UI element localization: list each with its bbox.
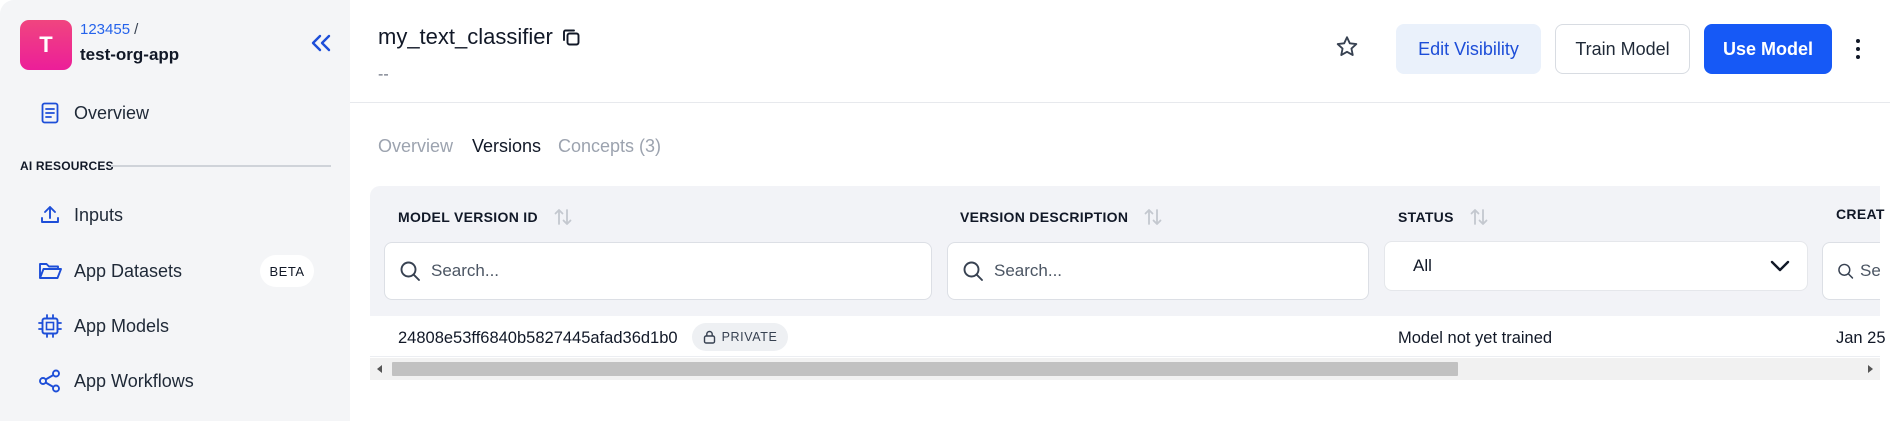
search-input-version-description[interactable] bbox=[947, 242, 1369, 300]
horizontal-scrollbar[interactable] bbox=[370, 358, 1880, 380]
org-avatar[interactable]: T bbox=[20, 20, 72, 70]
org-breadcrumb: 123455/ bbox=[80, 21, 138, 38]
breadcrumb-separator: / bbox=[134, 21, 139, 38]
tab-concepts[interactable]: Concepts (3) bbox=[558, 136, 661, 157]
page-title: my_text_classifier bbox=[378, 24, 583, 50]
column-header-created: CREAT bbox=[1836, 206, 1885, 222]
more-options-icon[interactable] bbox=[1846, 34, 1870, 64]
sidebar-item-label: Overview bbox=[74, 102, 150, 123]
scrollbar-thumb[interactable] bbox=[392, 362, 1458, 376]
search-field[interactable] bbox=[1860, 261, 1880, 281]
org-initial: T bbox=[39, 32, 53, 57]
status-filter-select[interactable]: All bbox=[1384, 241, 1808, 291]
sidebar-item-label: App Workflows bbox=[74, 370, 194, 391]
scroll-left-arrow-icon[interactable] bbox=[374, 363, 386, 375]
train-model-button[interactable]: Train Model bbox=[1555, 24, 1690, 74]
search-icon bbox=[963, 261, 983, 281]
share-nodes-icon bbox=[36, 367, 64, 395]
sidebar: T 123455/ test-org-app Overview AI RESOU… bbox=[0, 0, 350, 421]
tab-overview[interactable]: Overview bbox=[378, 136, 453, 157]
model-description: -- bbox=[378, 66, 389, 83]
upload-icon bbox=[36, 201, 64, 229]
section-label-ai-resources: AI RESOURCES bbox=[20, 159, 114, 173]
star-icon[interactable] bbox=[1334, 34, 1362, 62]
section-divider bbox=[111, 165, 331, 167]
sort-icon[interactable] bbox=[1468, 206, 1490, 228]
column-header-status: STATUS bbox=[1398, 206, 1490, 228]
chevron-down-icon bbox=[1770, 260, 1790, 272]
column-header-label: VERSION DESCRIPTION bbox=[960, 209, 1129, 225]
copy-icon[interactable] bbox=[561, 26, 583, 48]
sidebar-item-app-models[interactable]: App Models bbox=[36, 308, 326, 344]
sidebar-item-inputs[interactable]: Inputs bbox=[36, 197, 326, 233]
scroll-right-arrow-icon[interactable] bbox=[1864, 363, 1876, 375]
beta-badge: BETA bbox=[260, 255, 314, 287]
sidebar-item-app-workflows[interactable]: App Workflows bbox=[36, 363, 326, 399]
header-divider bbox=[350, 102, 1890, 103]
folder-icon bbox=[36, 257, 64, 285]
private-badge: PRIVATE bbox=[692, 323, 788, 351]
search-icon bbox=[400, 261, 420, 281]
app-name[interactable]: test-org-app bbox=[80, 45, 179, 65]
search-input-model-version-id[interactable] bbox=[384, 242, 932, 300]
search-input-created[interactable] bbox=[1822, 242, 1880, 300]
column-header-label: MODEL VERSION ID bbox=[398, 209, 538, 225]
sidebar-item-label: App Models bbox=[74, 315, 170, 336]
use-model-button[interactable]: Use Model bbox=[1704, 24, 1832, 74]
model-title-text: my_text_classifier bbox=[378, 24, 553, 49]
column-header-label: STATUS bbox=[1398, 209, 1454, 225]
column-header-label: CREAT bbox=[1836, 206, 1885, 222]
search-field[interactable] bbox=[431, 261, 857, 281]
status-cell: Model not yet trained bbox=[1398, 329, 1553, 347]
sidebar-item-label: Inputs bbox=[74, 204, 124, 225]
created-cell: Jan 25 bbox=[1836, 329, 1886, 347]
sort-icon[interactable] bbox=[1142, 206, 1164, 228]
edit-visibility-button[interactable]: Edit Visibility bbox=[1396, 24, 1541, 74]
double-chevron-left-icon bbox=[311, 34, 331, 52]
status-filter-value: All bbox=[1413, 256, 1432, 275]
sidebar-item-label: App Datasets bbox=[74, 260, 183, 281]
column-header-version-description: VERSION DESCRIPTION bbox=[960, 206, 1164, 228]
tab-versions[interactable]: Versions bbox=[472, 136, 541, 157]
document-icon bbox=[36, 99, 64, 127]
private-badge-label: PRIVATE bbox=[721, 330, 778, 344]
sidebar-item-overview[interactable]: Overview bbox=[36, 95, 326, 131]
sort-icon[interactable] bbox=[552, 206, 574, 228]
column-header-model-version-id: MODEL VERSION ID bbox=[398, 206, 574, 228]
search-field[interactable] bbox=[994, 261, 1319, 281]
chip-icon bbox=[36, 312, 64, 340]
collapse-sidebar-button[interactable] bbox=[306, 30, 336, 56]
org-id-link[interactable]: 123455 bbox=[80, 21, 130, 38]
version-id-cell[interactable]: 24808e53ff6840b5827445afad36d1b0 bbox=[398, 329, 678, 348]
lock-icon bbox=[703, 330, 715, 344]
search-icon bbox=[1838, 263, 1854, 279]
